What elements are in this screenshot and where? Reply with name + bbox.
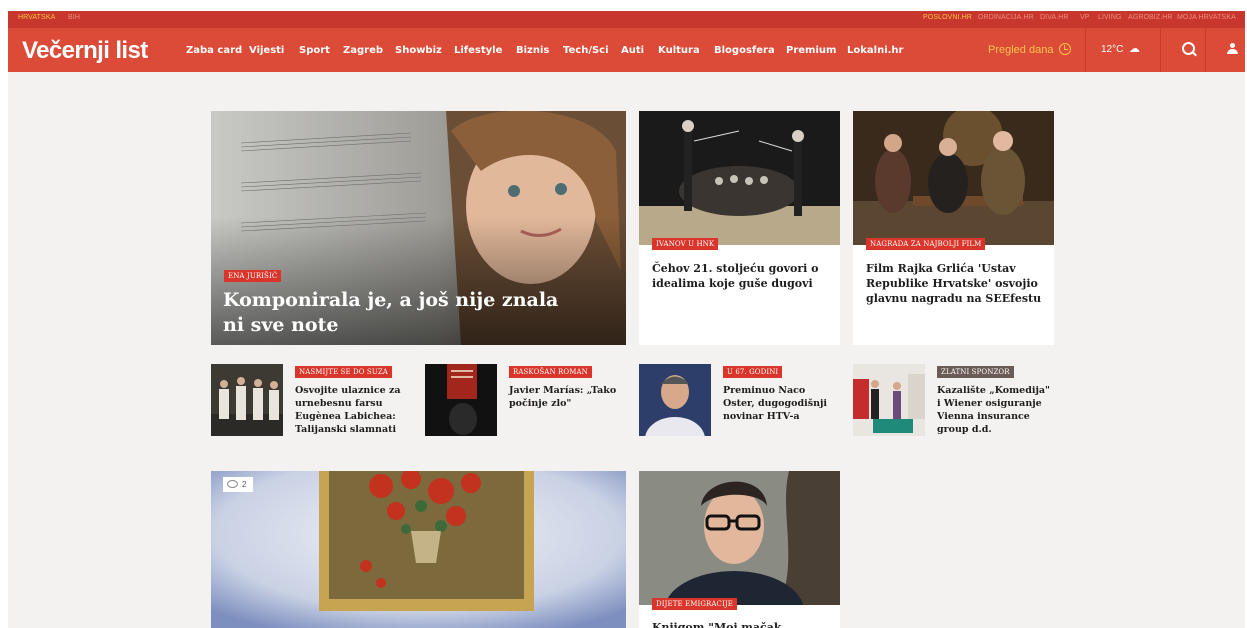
article-title[interactable]: Čehov 21. stoljeću govori o idealima koj… <box>652 261 827 291</box>
network-link-living[interactable]: LIVING <box>1098 14 1122 21</box>
nav-vijesti[interactable]: Vijesti <box>249 45 284 56</box>
nav-blogosfera[interactable]: Blogosfera <box>714 45 775 56</box>
clock-icon[interactable] <box>1059 43 1071 55</box>
article-image <box>639 471 840 605</box>
header-divider <box>1160 28 1161 72</box>
hero-label[interactable]: ENA JURIŠIĆ <box>224 270 282 282</box>
painting-image <box>211 471 626 628</box>
small-article-title[interactable]: Preminuo Naco Oster, dugogodišnji novina… <box>723 384 833 423</box>
network-link-agrobiz[interactable]: AGROBIZ.HR <box>1128 14 1173 21</box>
article-title[interactable]: Knjigom "Moj mačak <box>652 620 832 628</box>
user-icon[interactable] <box>1227 43 1238 55</box>
small-article-label[interactable]: RASKOŠAN ROMAN <box>509 366 592 378</box>
small-article[interactable]: RASKOŠAN ROMAN Javier Marías: „Tako poči… <box>425 364 625 438</box>
network-link-diva[interactable]: DIVA.HR <box>1040 14 1069 21</box>
nav-lifestyle[interactable]: Lifestyle <box>454 45 502 56</box>
pregled-dana-link[interactable]: Pregled dana <box>988 44 1053 56</box>
top-strip: HRVATSKA BIH POSLOVNI.HR ORDINACIJA.HR D… <box>8 11 1245 28</box>
nav-kultura[interactable]: Kultura <box>658 45 700 56</box>
article-card[interactable]: DIJETE EMIGRACIJE Knjigom "Moj mačak <box>639 471 840 628</box>
small-article-image <box>639 364 711 436</box>
nav-biznis[interactable]: Biznis <box>516 45 549 56</box>
article-label[interactable]: NAGRADA ZA NAJBOLJI FILM <box>866 238 986 250</box>
small-article-title[interactable]: Osvojite ulaznice za urnebesnu farsu Eug… <box>295 384 405 436</box>
comments-badge[interactable]: 2 <box>223 477 253 492</box>
network-link-poslovni[interactable]: POSLOVNI.HR <box>923 14 972 21</box>
edition-bih-link[interactable]: BIH <box>68 14 80 21</box>
nav-zagreb[interactable]: Zagreb <box>343 45 383 56</box>
comment-count: 2 <box>242 480 247 489</box>
page-frame: HRVATSKA BIH POSLOVNI.HR ORDINACIJA.HR D… <box>8 11 1245 628</box>
main-header: Večernji list Zaba card Vijesti Sport Za… <box>8 28 1245 72</box>
header-divider <box>1085 28 1086 72</box>
nav-lokalni[interactable]: Lokalni.hr <box>847 45 903 56</box>
network-link-moja-hrvatska[interactable]: MOJA HRVATSKA <box>1177 14 1236 21</box>
network-link-ordinacija[interactable]: ORDINACIJA.HR <box>978 14 1034 21</box>
article-title[interactable]: Film Rajka Grlića 'Ustav Republike Hrvat… <box>866 261 1046 306</box>
article-label[interactable]: IVANOV U HNK <box>652 238 719 250</box>
article-card[interactable]: IVANOV U HNK Čehov 21. stoljeću govori o… <box>639 111 840 345</box>
article-card[interactable]: NAGRADA ZA NAJBOLJI FILM Film Rajka Grli… <box>853 111 1054 345</box>
small-article[interactable]: NASMIJTE SE DO SUZA Osvojite ulaznice za… <box>211 364 411 438</box>
small-article-image <box>853 364 925 436</box>
weather-temperature[interactable]: 12°C <box>1101 44 1123 55</box>
article-label[interactable]: DIJETE EMIGRACIJE <box>652 598 737 610</box>
small-article-title[interactable]: Javier Marías: „Tako počinje zlo" <box>509 384 619 410</box>
small-article[interactable]: ZLATNI SPONZOR Kazalište „Komedija" i Wi… <box>853 364 1053 438</box>
network-link-vp[interactable]: VP <box>1080 14 1090 21</box>
nav-premium[interactable]: Premium <box>786 45 836 56</box>
nav-tech-sci[interactable]: Tech/Sci <box>563 45 609 56</box>
article-image <box>853 111 1054 245</box>
small-article-title[interactable]: Kazalište „Komedija" i Wiener osiguranje… <box>937 384 1052 438</box>
small-article-image <box>211 364 283 436</box>
hero-title[interactable]: Komponirala je, a još nije znala ni sve … <box>223 288 583 338</box>
small-article-label[interactable]: ZLATNI SPONZOR <box>937 366 1014 378</box>
nav-auti[interactable]: Auti <box>621 45 644 56</box>
article-card-large[interactable]: 2 <box>211 471 626 628</box>
small-article[interactable]: U 67. GODINI Preminuo Naco Oster, dugogo… <box>639 364 839 438</box>
small-article-label[interactable]: NASMIJTE SE DO SUZA <box>295 366 392 378</box>
small-article-image <box>425 364 497 436</box>
search-icon[interactable] <box>1182 42 1195 55</box>
header-divider <box>1205 28 1206 72</box>
hero-article[interactable]: ENA JURIŠIĆ Komponirala je, a još nije z… <box>211 111 626 345</box>
nav-showbiz[interactable]: Showbiz <box>395 45 442 56</box>
cloud-rain-icon[interactable]: ☁ <box>1129 42 1140 55</box>
edition-hrvatska-link[interactable]: HRVATSKA <box>18 14 55 21</box>
nav-zaba-card[interactable]: Zaba card <box>186 45 242 56</box>
site-logo[interactable]: Večernji list <box>22 37 148 65</box>
article-image <box>639 111 840 245</box>
comment-icon <box>227 480 238 488</box>
small-article-label[interactable]: U 67. GODINI <box>723 366 783 378</box>
nav-sport[interactable]: Sport <box>299 45 330 56</box>
